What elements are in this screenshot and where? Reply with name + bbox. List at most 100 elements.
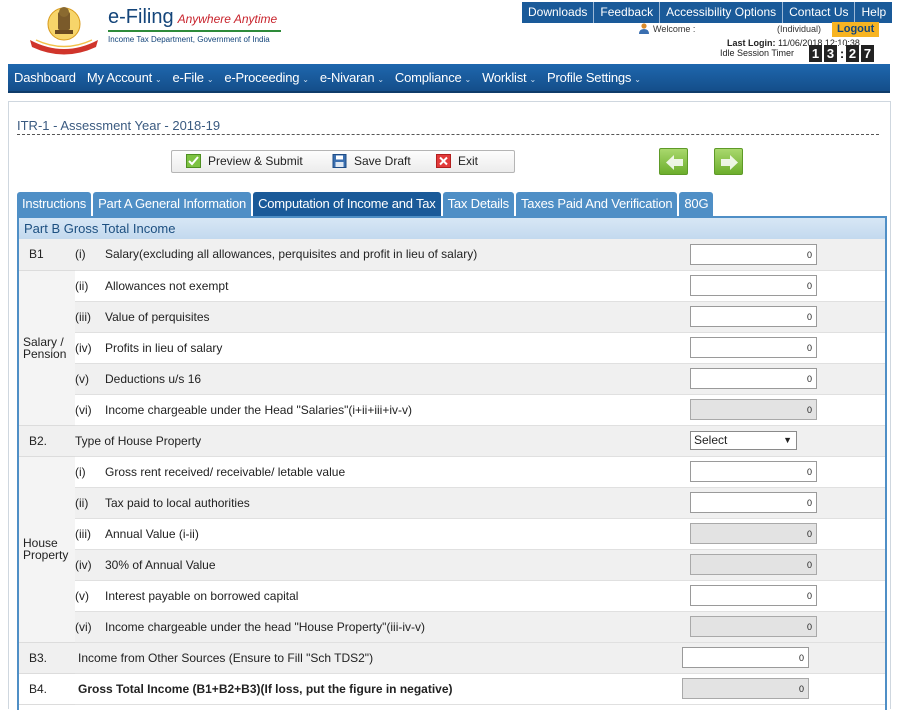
- tab-computation-of-income-and-tax[interactable]: Computation of Income and Tax: [253, 192, 441, 216]
- row-number: (i): [75, 456, 105, 488]
- form-title: ITR-1 - Assessment Year - 2018-19: [17, 118, 221, 133]
- salary-field[interactable]: 0: [690, 243, 817, 265]
- chevron-down-icon: ⌄: [634, 75, 641, 84]
- row-code: B2.: [19, 425, 75, 457]
- save-icon: [332, 154, 347, 168]
- nav-dashboard[interactable]: Dashboard: [14, 70, 76, 85]
- income-table: B1 (i) Salary(excluding all allowances, …: [19, 239, 885, 705]
- tax-paid-local-field[interactable]: 0: [690, 492, 817, 513]
- gross-rent-field[interactable]: 0: [690, 461, 817, 482]
- table-row: (ii) Tax paid to local authorities 0: [19, 487, 885, 519]
- help-link[interactable]: Help: [855, 2, 893, 23]
- row-label: Tax paid to local authorities: [105, 487, 680, 519]
- title-divider: [17, 134, 879, 135]
- income-salaries-field: 0: [690, 399, 817, 420]
- tab-instructions[interactable]: Instructions: [17, 192, 92, 216]
- tab-80g[interactable]: 80G: [679, 192, 714, 216]
- chevron-down-icon: ⌄: [206, 75, 214, 84]
- row-code: B4.: [19, 673, 75, 705]
- idle-timer: 1 3 : 2 7: [809, 45, 876, 62]
- row-label: Allowances not exempt: [105, 270, 680, 302]
- row-label: Gross rent received/ receivable/ letable…: [105, 456, 680, 488]
- row-number: (iv): [75, 332, 105, 364]
- table-row: B2. Type of House Property Select ▼: [19, 425, 885, 457]
- table-row: House Property (i) Gross rent received/ …: [19, 456, 885, 643]
- site-logo[interactable]: e-Filing Anywhere Anytime: [108, 6, 277, 29]
- chevron-down-icon: ⌄: [464, 75, 472, 84]
- row-label: Type of House Property: [75, 425, 680, 457]
- table-row: B3. Income from Other Sources (Ensure to…: [19, 642, 885, 674]
- exit-label: Exit: [458, 154, 479, 168]
- content-area: ITR-1 - Assessment Year - 2018-19 Previe…: [8, 101, 891, 710]
- row-number: (v): [75, 363, 105, 395]
- idle-digit: 7: [861, 45, 874, 62]
- idle-colon: :: [839, 45, 845, 62]
- row-label: Profits in lieu of salary: [105, 332, 680, 364]
- gross-total-income-panel: Part B Gross Total Income B1 (i) Salary(…: [17, 216, 887, 710]
- tab-taxes-paid-and-verification[interactable]: Taxes Paid And Verification: [515, 192, 678, 216]
- nav-e-file[interactable]: e-File ⌄: [173, 70, 214, 85]
- last-login-label: Last Login:: [727, 38, 776, 48]
- nav-profile-settings[interactable]: Profile Settings ⌄: [547, 70, 641, 85]
- nav-worklist[interactable]: Worklist ⌄: [482, 70, 536, 85]
- arrow-left-icon: [666, 155, 683, 170]
- next-page-button[interactable]: [714, 148, 743, 175]
- check-icon: [186, 154, 201, 168]
- previous-page-button[interactable]: [659, 148, 688, 175]
- logo-main-text: e-Filing: [108, 6, 174, 28]
- income-house-property-field: 0: [690, 616, 817, 637]
- other-sources-field[interactable]: 0: [682, 647, 809, 668]
- row-number: (vi): [75, 394, 105, 426]
- nav-compliance-label: Compliance: [394, 70, 462, 85]
- nav-my-account[interactable]: My Account ⌄: [87, 70, 162, 85]
- accessibility-options-link[interactable]: Accessibility Options: [660, 2, 784, 23]
- profits-in-lieu-field[interactable]: 0: [690, 337, 817, 358]
- allowances-field[interactable]: 0: [690, 275, 817, 296]
- logo-tagline: Anywhere Anytime: [177, 12, 278, 26]
- chevron-down-icon: ⌄: [377, 75, 384, 84]
- perquisites-field[interactable]: 0: [690, 306, 817, 327]
- table-row: (v) Deductions u/s 16 0: [19, 363, 885, 395]
- table-row: (v) Interest payable on borrowed capital…: [19, 580, 885, 612]
- logo-subtitle: Income Tax Department, Government of Ind…: [108, 35, 270, 44]
- row-label: Annual Value (i-ii): [105, 518, 680, 550]
- interest-payable-field[interactable]: 0: [690, 585, 817, 606]
- row-label: Value of perquisites: [105, 301, 680, 333]
- nav-e-nivaran[interactable]: e-Nivaran ⌄: [320, 70, 384, 85]
- chevron-down-icon: ⌄: [529, 75, 536, 84]
- idle-digit: 2: [846, 45, 859, 62]
- row-code: B3.: [19, 642, 75, 674]
- downloads-link[interactable]: Downloads: [522, 2, 595, 23]
- tab-part-a-general-information[interactable]: Part A General Information: [93, 192, 252, 216]
- row-label: Interest payable on borrowed capital: [105, 580, 680, 612]
- panel-heading: Part B Gross Total Income: [19, 218, 885, 239]
- contact-us-link[interactable]: Contact Us: [783, 2, 856, 23]
- row-label: Deductions u/s 16: [105, 363, 680, 395]
- row-number: (ii): [75, 270, 105, 302]
- row-label: 30% of Annual Value: [105, 549, 680, 581]
- house-property-group-label: House Property: [19, 456, 75, 643]
- nav-worklist-label: Worklist: [482, 70, 527, 85]
- table-row: (vi) Income chargeable under the head "H…: [19, 611, 885, 643]
- row-number: (v): [75, 580, 105, 612]
- preview-submit-button[interactable]: Preview & Submit: [186, 154, 303, 168]
- save-draft-button[interactable]: Save Draft: [332, 154, 411, 168]
- row-number: (i): [75, 239, 105, 271]
- deductions-16-field[interactable]: 0: [690, 368, 817, 389]
- gross-total-income-field: 0: [682, 678, 809, 699]
- nav-profile-settings-label: Profile Settings: [546, 70, 632, 85]
- exit-button[interactable]: Exit: [436, 154, 478, 168]
- row-code: B1: [19, 239, 75, 271]
- tab-tax-details[interactable]: Tax Details: [442, 192, 514, 216]
- logout-button[interactable]: Logout: [832, 22, 880, 37]
- house-property-type-select[interactable]: Select ▼: [690, 431, 797, 450]
- feedback-link[interactable]: Feedback: [594, 2, 661, 23]
- arrow-right-icon: [721, 155, 738, 170]
- nav-compliance[interactable]: Compliance ⌄: [395, 70, 471, 85]
- top-links: Downloads Feedback Accessibility Options…: [522, 2, 893, 23]
- nav-e-proceeding[interactable]: e-Proceeding ⌄: [224, 70, 309, 85]
- user-type: (Individual): [777, 24, 822, 34]
- nav-e-proceeding-label: e-Proceeding: [224, 70, 300, 85]
- row-label: Income from Other Sources (Ensure to Fil…: [75, 642, 680, 674]
- welcome-row: Welcome :: [638, 23, 695, 34]
